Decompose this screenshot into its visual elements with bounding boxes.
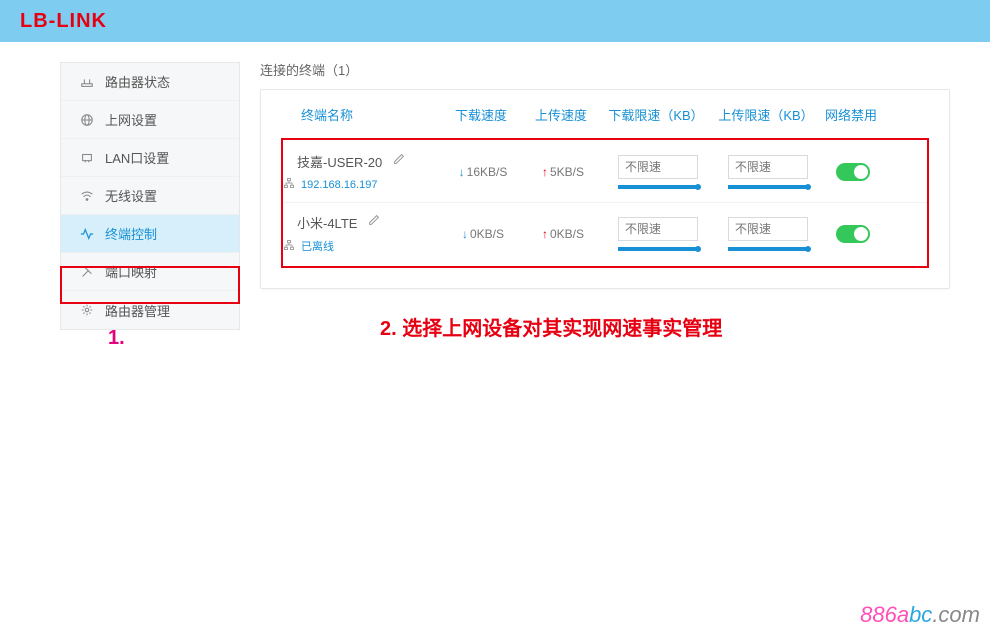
logo-prefix: LB bbox=[20, 10, 49, 32]
arrow-down-icon: ↓ bbox=[462, 227, 468, 241]
table-header: 终端名称 下载速度 上传速度 下载限速（KB） 上传限速（KB） 网络禁用 bbox=[281, 90, 929, 138]
download-speed-cell: ↓0KB/S bbox=[443, 227, 523, 241]
table-row: 小米-4LTE 已离线 ↓0KB/S ↑0KB/S bbox=[283, 202, 927, 264]
sidebar-item-router-admin[interactable]: 路由器管理 bbox=[61, 291, 239, 329]
content-area: 连接的终端（1） 终端名称 下载速度 上传速度 下载限速（KB） 上传限速（KB… bbox=[260, 60, 950, 289]
sidebar-item-label: LAN口设置 bbox=[105, 148, 169, 167]
sidebar: 路由器状态 上网设置 LAN口设置 无线设置 终端控制 端口映射 路由器管理 bbox=[60, 62, 240, 330]
device-cell: 小米-4LTE 已离线 bbox=[283, 213, 443, 254]
download-limit-slider[interactable] bbox=[618, 185, 698, 189]
toggle-cell bbox=[823, 225, 883, 243]
upload-speed-cell: ↑5KB/S bbox=[523, 165, 603, 179]
tools-icon bbox=[79, 264, 95, 280]
upload-limit-cell bbox=[713, 155, 823, 189]
watermark: 886abc.com bbox=[860, 602, 980, 628]
sidebar-item-label: 路由器状态 bbox=[105, 72, 170, 91]
section-title: 连接的终端（1） bbox=[260, 60, 950, 79]
gear-icon bbox=[79, 302, 95, 318]
pulse-icon bbox=[79, 226, 95, 242]
upload-limit-input[interactable] bbox=[728, 217, 808, 241]
network-block-toggle[interactable] bbox=[836, 225, 870, 243]
download-limit-input[interactable] bbox=[618, 155, 698, 179]
annotation-one: 1. bbox=[108, 327, 125, 350]
sidebar-item-terminal-control[interactable]: 终端控制 bbox=[61, 215, 239, 253]
download-speed: 16KB/S bbox=[467, 165, 508, 179]
download-speed: 0KB/S bbox=[470, 227, 504, 241]
table-row: 技嘉-USER-20 192.168.16.197 ↓16KB/S ↑5KB/S bbox=[283, 142, 927, 202]
arrow-up-icon: ↑ bbox=[542, 227, 548, 241]
upload-limit-cell bbox=[713, 217, 823, 251]
col-header-down: 下载速度 bbox=[441, 105, 521, 124]
device-top: 技嘉-USER-20 bbox=[283, 152, 443, 171]
upload-limit-input[interactable] bbox=[728, 155, 808, 179]
sidebar-item-wireless-settings[interactable]: 无线设置 bbox=[61, 177, 239, 215]
annotation-two: 2. 选择上网设备对其实现网速事实管理 bbox=[380, 312, 722, 341]
main-area: 路由器状态 上网设置 LAN口设置 无线设置 终端控制 端口映射 路由器管理 连… bbox=[0, 42, 990, 636]
device-subline: 192.168.16.197 bbox=[283, 177, 443, 192]
col-header-name: 终端名称 bbox=[281, 105, 441, 124]
sidebar-item-label: 无线设置 bbox=[105, 186, 157, 205]
sidebar-item-internet-settings[interactable]: 上网设置 bbox=[61, 101, 239, 139]
wifi-icon bbox=[79, 188, 95, 204]
edit-icon[interactable] bbox=[392, 152, 406, 171]
router-icon bbox=[79, 74, 95, 90]
col-header-dlimit: 下载限速（KB） bbox=[601, 105, 711, 124]
download-limit-input[interactable] bbox=[618, 217, 698, 241]
upload-limit-slider[interactable] bbox=[728, 247, 808, 251]
device-panel: 终端名称 下载速度 上传速度 下载限速（KB） 上传限速（KB） 网络禁用 技嘉… bbox=[260, 89, 950, 289]
device-name: 技嘉-USER-20 bbox=[297, 152, 382, 171]
sidebar-item-router-status[interactable]: 路由器状态 bbox=[61, 63, 239, 101]
watermark-part-c: .com bbox=[932, 602, 980, 627]
sidebar-item-lan-settings[interactable]: LAN口设置 bbox=[61, 139, 239, 177]
sidebar-item-label: 终端控制 bbox=[105, 224, 157, 243]
sidebar-item-label: 端口映射 bbox=[105, 262, 157, 281]
brand-logo: LB-LINK bbox=[20, 10, 107, 33]
sidebar-item-port-forward[interactable]: 端口映射 bbox=[61, 253, 239, 291]
network-icon bbox=[283, 177, 295, 192]
col-header-ulimit: 上传限速（KB） bbox=[711, 105, 821, 124]
watermark-part-b: bc bbox=[909, 602, 932, 627]
toggle-cell bbox=[823, 163, 883, 181]
download-limit-cell bbox=[603, 217, 713, 251]
upload-limit-slider[interactable] bbox=[728, 185, 808, 189]
upload-speed: 0KB/S bbox=[550, 227, 584, 241]
upload-speed: 5KB/S bbox=[550, 165, 584, 179]
annotation-rows-highlight: 技嘉-USER-20 192.168.16.197 ↓16KB/S ↑5KB/S bbox=[281, 138, 929, 268]
download-limit-cell bbox=[603, 155, 713, 189]
device-name: 小米-4LTE bbox=[297, 213, 357, 232]
lan-icon bbox=[79, 150, 95, 166]
arrow-down-icon: ↓ bbox=[459, 165, 465, 179]
device-cell: 技嘉-USER-20 192.168.16.197 bbox=[283, 152, 443, 192]
device-status[interactable]: 已离线 bbox=[301, 238, 334, 254]
arrow-up-icon: ↑ bbox=[542, 165, 548, 179]
download-limit-slider[interactable] bbox=[618, 247, 698, 251]
network-icon bbox=[283, 239, 295, 254]
col-header-block: 网络禁用 bbox=[821, 105, 881, 124]
upload-speed-cell: ↑0KB/S bbox=[523, 227, 603, 241]
edit-icon[interactable] bbox=[367, 213, 381, 232]
network-block-toggle[interactable] bbox=[836, 163, 870, 181]
device-top: 小米-4LTE bbox=[283, 213, 443, 232]
header-bar: LB-LINK bbox=[0, 0, 990, 42]
sidebar-item-label: 路由器管理 bbox=[105, 301, 170, 320]
device-subline: 已离线 bbox=[283, 238, 443, 254]
col-header-up: 上传速度 bbox=[521, 105, 601, 124]
sidebar-item-label: 上网设置 bbox=[105, 110, 157, 129]
globe-icon bbox=[79, 112, 95, 128]
logo-suffix: -LINK bbox=[49, 10, 107, 32]
device-ip[interactable]: 192.168.16.197 bbox=[301, 179, 377, 191]
download-speed-cell: ↓16KB/S bbox=[443, 165, 523, 179]
watermark-part-a: 886a bbox=[860, 602, 909, 627]
